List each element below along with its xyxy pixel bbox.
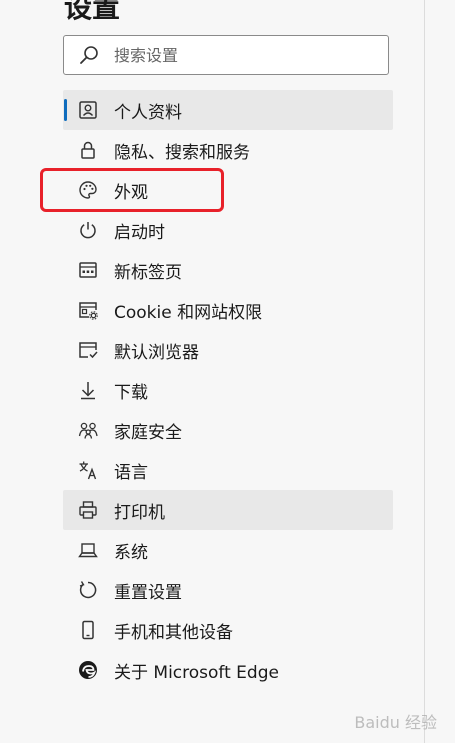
nav-label: 下载 bbox=[114, 382, 148, 403]
nav-item-new-tab[interactable]: 新标签页 bbox=[63, 250, 393, 290]
nav-label: 隐私、搜索和服务 bbox=[114, 142, 250, 163]
nav-label: 家庭安全 bbox=[114, 422, 182, 443]
nav-item-languages[interactable]: 语言 bbox=[63, 450, 393, 490]
nav-label: 重置设置 bbox=[114, 582, 182, 603]
family-icon bbox=[77, 419, 99, 441]
pane-divider bbox=[424, 0, 425, 743]
nav-item-about[interactable]: 关于 Microsoft Edge bbox=[63, 650, 393, 690]
lock-icon bbox=[77, 139, 99, 161]
language-icon bbox=[77, 459, 99, 481]
search-box[interactable] bbox=[63, 35, 389, 75]
nav-label: 手机和其他设备 bbox=[114, 622, 233, 643]
default-browser-icon bbox=[77, 339, 99, 361]
printer-icon bbox=[77, 499, 99, 521]
nav-item-family-safety[interactable]: 家庭安全 bbox=[63, 410, 393, 450]
nav-label: 外观 bbox=[114, 182, 148, 203]
new-tab-icon bbox=[77, 259, 99, 281]
nav-item-appearance[interactable]: 外观 bbox=[63, 170, 393, 210]
nav-item-default-browser[interactable]: 默认浏览器 bbox=[63, 330, 393, 370]
nav-item-reset[interactable]: 重置设置 bbox=[63, 570, 393, 610]
phone-icon bbox=[77, 619, 99, 641]
nav-label: 语言 bbox=[114, 462, 148, 483]
profile-icon bbox=[77, 99, 99, 121]
search-input[interactable] bbox=[114, 45, 388, 65]
laptop-icon bbox=[77, 539, 99, 561]
edge-logo-icon bbox=[77, 659, 99, 681]
nav-item-profile[interactable]: 个人资料 bbox=[63, 90, 393, 130]
search-icon bbox=[78, 44, 100, 66]
nav-label: 打印机 bbox=[114, 502, 165, 523]
nav-item-downloads[interactable]: 下载 bbox=[63, 370, 393, 410]
watermark: Baidu 经验 bbox=[354, 713, 437, 732]
settings-nav: 个人资料 隐私、搜索和服务 外观 启动时 新标签页 Cookie 和网站权限 默… bbox=[63, 90, 393, 690]
site-permissions-icon bbox=[77, 299, 99, 321]
nav-label: 个人资料 bbox=[114, 102, 182, 123]
power-icon bbox=[77, 219, 99, 241]
selected-indicator bbox=[64, 99, 67, 121]
nav-item-startup[interactable]: 启动时 bbox=[63, 210, 393, 250]
nav-label: 启动时 bbox=[114, 222, 165, 243]
palette-icon bbox=[77, 179, 99, 201]
reset-icon bbox=[77, 579, 99, 601]
nav-item-cookies[interactable]: Cookie 和网站权限 bbox=[63, 290, 393, 330]
nav-item-printers[interactable]: 打印机 bbox=[63, 490, 393, 530]
page-title: 设置 bbox=[64, 0, 121, 24]
nav-label: 系统 bbox=[114, 542, 148, 563]
nav-item-system[interactable]: 系统 bbox=[63, 530, 393, 570]
nav-label: Cookie 和网站权限 bbox=[114, 302, 263, 323]
nav-label: 默认浏览器 bbox=[114, 342, 199, 363]
download-icon bbox=[77, 379, 99, 401]
nav-label: 关于 Microsoft Edge bbox=[114, 662, 279, 683]
nav-item-phone[interactable]: 手机和其他设备 bbox=[63, 610, 393, 650]
nav-label: 新标签页 bbox=[114, 262, 182, 283]
nav-item-privacy[interactable]: 隐私、搜索和服务 bbox=[63, 130, 393, 170]
